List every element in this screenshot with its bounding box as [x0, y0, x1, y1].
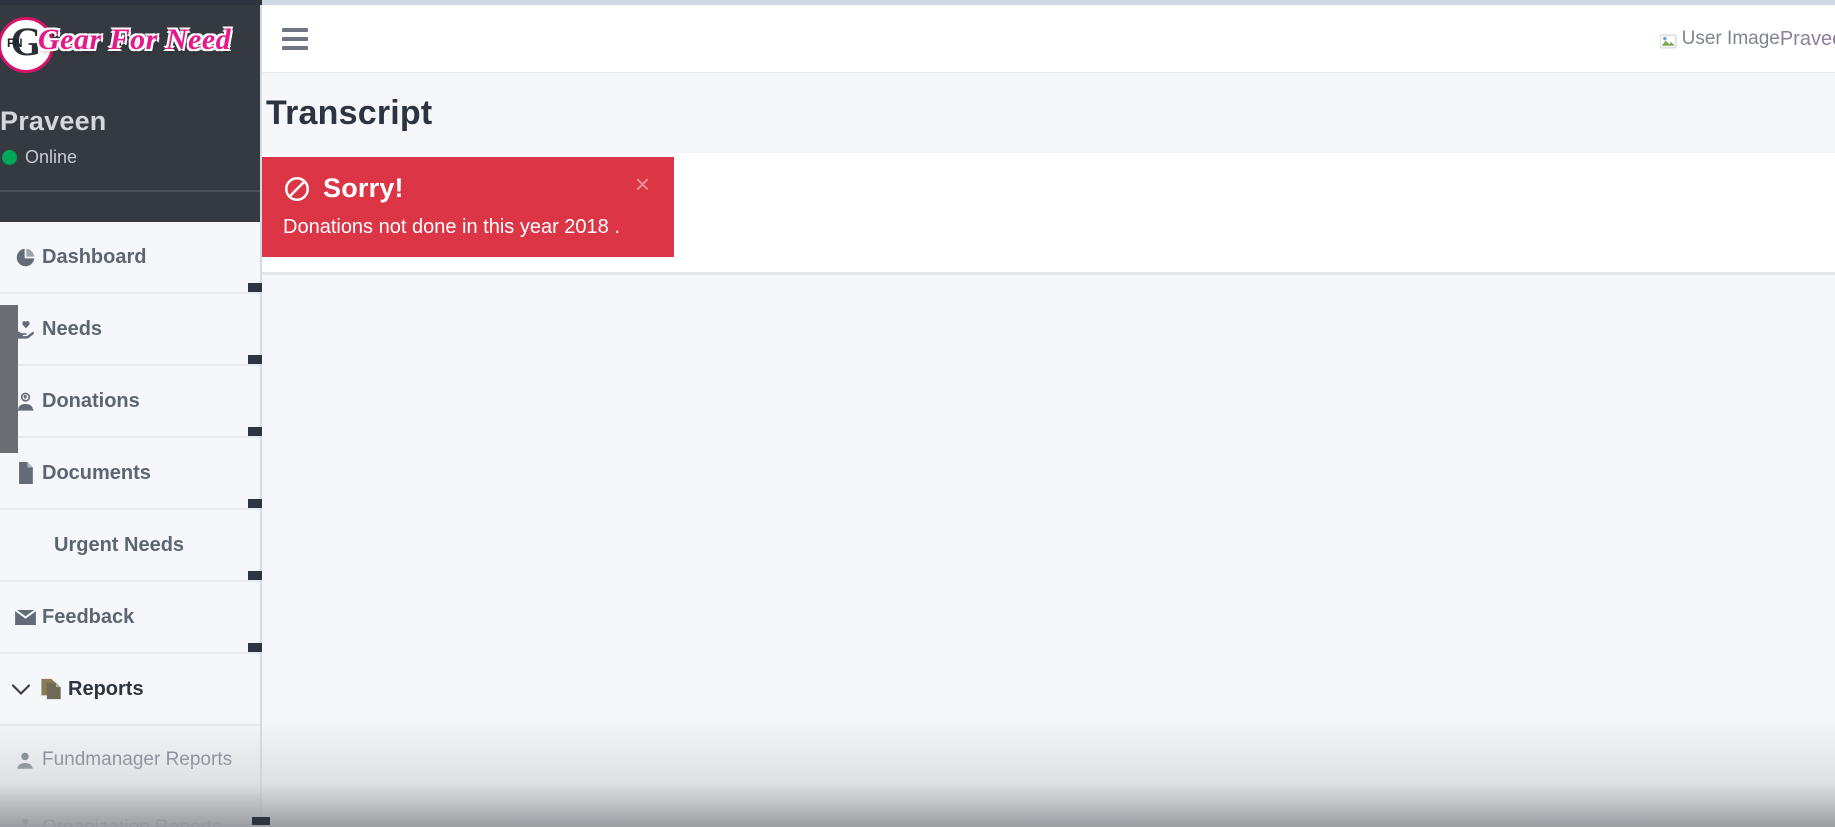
alert-message: Donations not done in this year 2018 . — [283, 216, 620, 238]
sidebar-item-donations[interactable]: Donations — [0, 366, 262, 438]
user-panel: Praveen Online — [0, 83, 262, 168]
navbar-user-name: Praveen- — [1779, 27, 1835, 50]
chevron-down-icon — [8, 683, 34, 696]
alert-danger: × Sorry! Donations not done in this year… — [262, 157, 674, 257]
user-name: Praveen — [0, 106, 107, 136]
user-status-label: Online — [25, 146, 78, 167]
close-icon[interactable]: × — [635, 171, 650, 197]
broken-image-glyph — [1659, 33, 1677, 50]
sidebar-subitem-label: Organization Reports — [42, 817, 222, 827]
sidebar-scroll-thumb[interactable] — [0, 305, 18, 453]
sidebar-item-label: Donations — [42, 389, 140, 412]
sidebar-edge-tick — [248, 499, 262, 508]
content-panel: × Sorry! Donations not done in this year… — [262, 153, 1835, 275]
sidebar-item-needs[interactable]: Needs — [0, 294, 262, 366]
sidebar-edge-tick — [248, 355, 262, 364]
sidebar-edge-tick — [248, 283, 262, 292]
pie-chart-icon — [8, 247, 42, 268]
sidebar: G FN Gear For Need Praveen Online Dashbo… — [0, 5, 262, 827]
sidebar-subitem-organization-reports[interactable]: Organization Reports — [0, 794, 262, 827]
app-root: G FN Gear For Need Praveen Online Dashbo… — [0, 0, 1835, 827]
user-image-alt-text: User Image — [1681, 28, 1780, 49]
broken-image-icon: User Image — [1659, 28, 1780, 50]
sidebar-edge-tick — [248, 427, 262, 436]
sidebar-divider — [0, 189, 262, 192]
sidebar-item-reports[interactable]: Reports — [0, 654, 262, 726]
user-status: Online — [0, 147, 262, 168]
sidebar-item-dashboard[interactable]: Dashboard — [0, 222, 262, 294]
navbar-user-menu[interactable]: User Image Praveen- — [1659, 5, 1835, 73]
copy-files-icon — [34, 678, 68, 700]
sidebar-header: G FN Gear For Need Praveen Online — [0, 5, 262, 222]
sidebar-subitem-label: Fundmanager Reports — [42, 749, 233, 770]
content-body — [262, 275, 1835, 815]
envelope-icon — [8, 608, 42, 626]
brand[interactable]: G FN Gear For Need — [0, 5, 262, 83]
main-area: User Image Praveen- Transcript × So — [262, 5, 1835, 827]
sitemap-icon — [8, 818, 42, 827]
sidebar-item-documents[interactable]: Documents — [0, 438, 262, 510]
bottom-edge-tick — [252, 817, 270, 825]
logo-initials: FN — [7, 36, 23, 50]
alert-title: Sorry! — [323, 173, 404, 203]
ban-icon — [283, 175, 311, 203]
content-header: Transcript — [262, 73, 1835, 153]
top-navbar: User Image Praveen- — [262, 5, 1835, 73]
sidebar-right-rail — [260, 5, 262, 827]
sidebar-item-label: Dashboard — [42, 245, 147, 268]
hamburger-menu-icon[interactable] — [282, 27, 308, 50]
brand-name: Gear For Need — [38, 23, 232, 56]
alert-header: Sorry! — [283, 173, 674, 204]
online-status-dot-icon — [2, 149, 17, 165]
sidebar-nav: Dashboard Needs Donations Documents Urge… — [0, 222, 262, 827]
sidebar-item-label: Documents — [42, 461, 151, 484]
page-title: Transcript — [266, 93, 433, 132]
sidebar-edge-tick — [248, 571, 262, 580]
sidebar-edge-tick — [248, 643, 262, 652]
sidebar-item-label: Feedback — [42, 605, 135, 628]
sidebar-subitem-fundmanager-reports[interactable]: Fundmanager Reports — [0, 726, 262, 794]
sidebar-item-label: Needs — [42, 317, 103, 340]
sidebar-item-label: Urgent Needs — [54, 533, 185, 556]
sidebar-item-label: Reports — [68, 677, 144, 700]
user-icon — [8, 751, 42, 770]
file-icon — [8, 462, 42, 484]
sidebar-item-feedback[interactable]: Feedback — [0, 582, 262, 654]
sidebar-item-urgent-needs[interactable]: Urgent Needs — [0, 510, 262, 582]
